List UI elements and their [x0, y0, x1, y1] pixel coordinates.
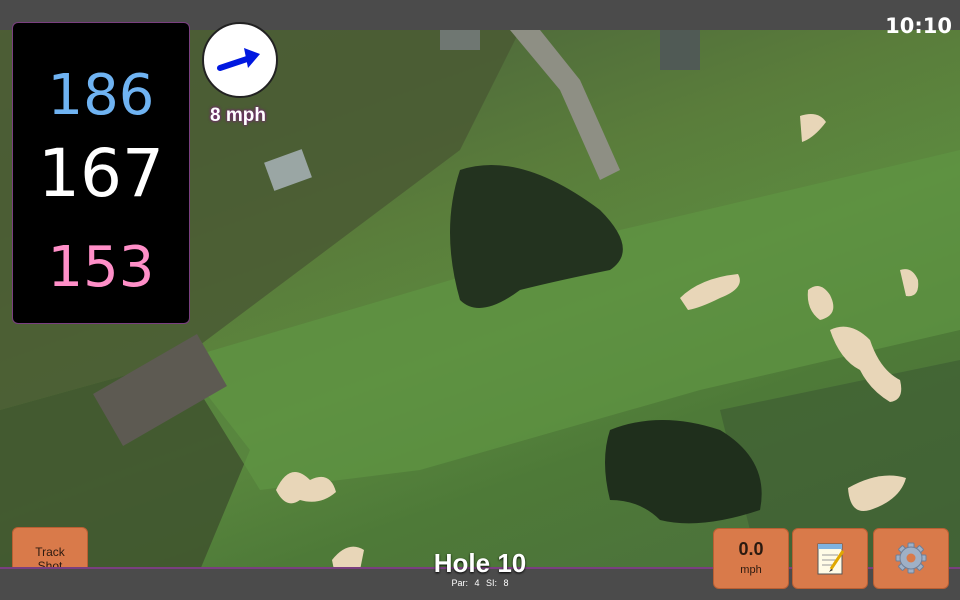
hole-info: Par: 4 SI: 8: [380, 578, 580, 588]
middle-distance: 167: [38, 135, 164, 212]
wind-arrow-icon: [217, 48, 260, 71]
par-label: Par: 4: [451, 578, 480, 588]
hole-title: Hole 10: [433, 548, 527, 578]
back-distance: 186: [47, 63, 155, 128]
wind-direction-dial[interactable]: [202, 22, 278, 98]
speed-button[interactable]: 0.0 mph: [713, 528, 789, 589]
track-shot-label-line1: Track: [35, 545, 65, 559]
gear-icon: [895, 542, 927, 574]
notepad-icon: [817, 543, 845, 575]
green-distance-panel[interactable]: 186 167 153: [12, 22, 190, 324]
wind-speed-label: 8 mph: [210, 105, 266, 126]
stroke-index-label: SI: 8: [486, 578, 509, 588]
settings-button[interactable]: [873, 528, 949, 589]
notes-button[interactable]: [792, 528, 868, 589]
speed-unit: mph: [740, 564, 762, 576]
speed-value: 0.0: [738, 539, 764, 559]
status-clock: 10:10: [885, 14, 952, 38]
front-distance: 153: [47, 235, 155, 300]
